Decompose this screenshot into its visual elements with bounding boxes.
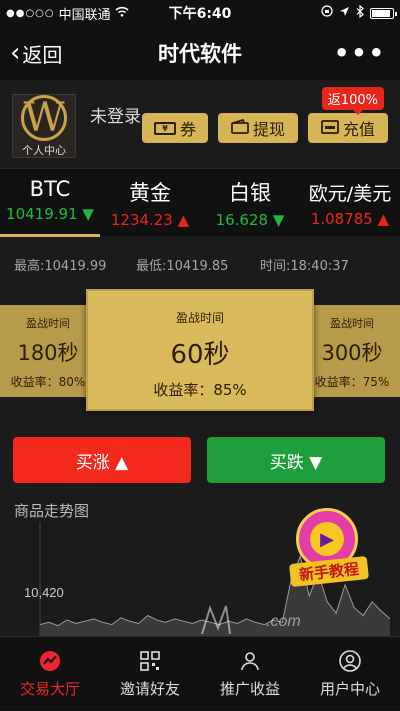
recharge-button[interactable]: 充值 xyxy=(308,113,388,143)
nav-invite-friends[interactable]: 邀请好友 xyxy=(100,637,200,711)
profile-section: W 个人中心 未登录 ¥ 券 提现 充值 返100% xyxy=(0,80,400,168)
tab-price: 1234.23 ▲ xyxy=(110,211,190,229)
tab-silver[interactable]: 白银 16.628 ▼ xyxy=(200,169,300,237)
tutorial-label: 新手教程 xyxy=(289,555,369,588)
duration-card-300[interactable]: 盈战时间 300秒 收益率：75% xyxy=(304,305,400,397)
duration-card-180[interactable]: 盈战时间 180秒 收益率：80% xyxy=(0,305,96,397)
bluetooth-icon xyxy=(356,4,364,22)
ticket-icon: ¥ xyxy=(153,121,176,135)
tab-price: 10419.91 ▼ xyxy=(6,205,94,223)
recharge-label: 充值 xyxy=(342,120,375,139)
nav-label: 邀请好友 xyxy=(119,679,180,698)
buy-down-button[interactable]: 买跌 ▼ xyxy=(207,437,385,483)
play-icon: ▶ xyxy=(310,522,344,556)
nav-promo-earnings[interactable]: 推广收益 xyxy=(200,637,300,711)
people-icon xyxy=(239,650,261,672)
nav-label: 交易大厅 xyxy=(19,679,80,698)
back-label: 返回 xyxy=(22,42,63,67)
nav-trading-hall[interactable]: 交易大厅 xyxy=(0,637,100,711)
nav-label: 用户中心 xyxy=(319,679,380,698)
login-status[interactable]: 未登录 xyxy=(90,102,141,127)
buy-up-button[interactable]: 买涨 ▲ xyxy=(13,437,191,483)
withdraw-label: 提现 xyxy=(252,120,285,139)
location-icon xyxy=(339,6,350,21)
battery-icon xyxy=(370,7,397,19)
duration-carousel: 盈战时间 180秒 收益率：80% 盈战时间 300秒 收益率：75% 盈战时间… xyxy=(0,285,400,415)
card-title: 盈战时间 xyxy=(175,311,224,325)
nav-label: 推广收益 xyxy=(219,679,280,698)
price-stats: 最高:10419.99 最低:10419.85 时间:18:40:37 xyxy=(0,246,400,282)
tab-name: BTC xyxy=(29,177,71,201)
tab-eurusd[interactable]: 欧元/美元 1.08785 ▲ xyxy=(300,169,400,237)
high-price: 最高:10419.99 xyxy=(14,258,107,274)
status-bar: ●●○○○ 中国联通 下午6:40 xyxy=(0,0,400,26)
coupon-label: 券 xyxy=(179,120,196,139)
card-rate: 收益率：75% xyxy=(314,375,390,389)
card-title: 盈战时间 xyxy=(26,317,70,330)
more-icon[interactable]: ••• xyxy=(334,39,386,67)
recharge-bonus-badge: 返100% xyxy=(321,87,384,115)
chart-icon xyxy=(39,650,61,672)
logo-icon: W xyxy=(21,94,67,141)
back-button[interactable]: ‹ 返回 xyxy=(10,39,62,68)
tab-name: 欧元/美元 xyxy=(308,183,392,205)
svg-text:.com: .com xyxy=(266,613,301,630)
duration-card-60[interactable]: 盈战时间 60秒 收益率：85% xyxy=(86,289,314,411)
bottom-nav: 交易大厅 邀请好友 推广收益 用户中心 xyxy=(0,636,400,710)
low-price: 最低:10419.85 xyxy=(136,258,229,274)
tab-btc[interactable]: BTC 10419.91 ▼ xyxy=(0,169,100,237)
market-tabs: BTC 10419.91 ▼ 黄金 1234.23 ▲ 白银 16.628 ▼ … xyxy=(0,168,400,237)
tab-price: 1.08785 ▲ xyxy=(310,210,390,228)
card-duration: 60秒 xyxy=(170,340,230,370)
wallet-icon xyxy=(231,118,249,138)
tab-price: 16.628 ▼ xyxy=(215,211,285,229)
card-rate: 收益率：80% xyxy=(10,375,86,389)
card-duration: 180秒 xyxy=(17,341,79,365)
tutorial-promo[interactable]: ▶ 新手教程 xyxy=(289,508,370,588)
qr-icon xyxy=(139,650,161,672)
trend-chart-label: 商品走势图 xyxy=(14,502,90,520)
tab-name: 白银 xyxy=(229,181,271,205)
lock-rotation-icon xyxy=(321,5,333,21)
nav-user-center[interactable]: 用户中心 xyxy=(300,637,400,711)
withdraw-button[interactable]: 提现 xyxy=(218,113,298,143)
tab-gold[interactable]: 黄金 1234.23 ▲ xyxy=(100,169,200,237)
card-rate: 收益率：85% xyxy=(153,381,247,399)
card-icon xyxy=(321,119,339,138)
card-title: 盈战时间 xyxy=(330,317,374,330)
coupon-button[interactable]: ¥ 券 xyxy=(142,113,208,143)
avatar[interactable]: W 个人中心 xyxy=(12,94,76,158)
watermark: .com xyxy=(196,600,376,640)
chevron-left-icon: ‹ xyxy=(10,38,21,68)
card-duration: 300秒 xyxy=(321,341,383,365)
tab-name: 黄金 xyxy=(129,181,171,205)
quote-time: 时间:18:40:37 xyxy=(260,258,349,274)
y-tick-label: 10,420 xyxy=(24,585,64,600)
avatar-caption: 个人中心 xyxy=(22,143,66,157)
user-icon xyxy=(339,649,361,672)
nav-bar: ‹ 返回 时代软件 ••• xyxy=(0,26,400,80)
